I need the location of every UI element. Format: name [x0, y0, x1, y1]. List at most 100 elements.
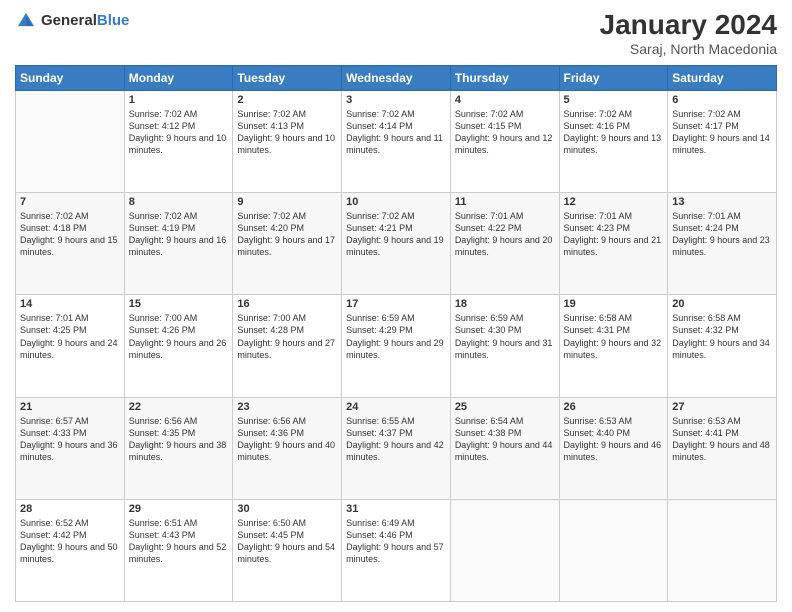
calendar-cell: 12 Sunrise: 7:01 AMSunset: 4:23 PMDayligh…: [559, 193, 668, 295]
day-number: 28: [20, 503, 120, 515]
day-number: 4: [455, 94, 555, 106]
day-info: Sunrise: 6:56 AMSunset: 4:36 PMDaylight:…: [237, 415, 337, 464]
calendar-cell: 27 Sunrise: 6:53 AMSunset: 4:41 PMDayligh…: [668, 397, 777, 499]
page: GeneralBlue January 2024 Saraj, North Ma…: [0, 0, 792, 612]
header-day-thursday: Thursday: [450, 65, 559, 90]
day-info: Sunrise: 7:02 AMSunset: 4:14 PMDaylight:…: [346, 108, 446, 157]
calendar-cell: 16 Sunrise: 7:00 AMSunset: 4:28 PMDayligh…: [233, 295, 342, 397]
day-number: 16: [237, 298, 337, 310]
day-info: Sunrise: 6:50 AMSunset: 4:45 PMDaylight:…: [237, 517, 337, 566]
day-info: Sunrise: 6:53 AMSunset: 4:41 PMDaylight:…: [672, 415, 772, 464]
day-number: 10: [346, 196, 446, 208]
day-number: 23: [237, 401, 337, 413]
day-info: Sunrise: 6:51 AMSunset: 4:43 PMDaylight:…: [129, 517, 229, 566]
day-info: Sunrise: 6:49 AMSunset: 4:46 PMDaylight:…: [346, 517, 446, 566]
day-info: Sunrise: 6:56 AMSunset: 4:35 PMDaylight:…: [129, 415, 229, 464]
calendar-cell: 29Sunrise: 6:51 AMSunset: 4:43 PMDayligh…: [124, 499, 233, 601]
calendar-cell: 10 Sunrise: 7:02 AMSunset: 4:21 PMDayligh…: [342, 193, 451, 295]
day-number: 7: [20, 196, 120, 208]
day-number: 2: [237, 94, 337, 106]
day-number: 3: [346, 94, 446, 106]
calendar-cell: 30 Sunrise: 6:50 AMSunset: 4:45 PMDayligh…: [233, 499, 342, 601]
day-info: Sunrise: 7:00 AMSunset: 4:28 PMDaylight:…: [237, 312, 337, 361]
calendar-cell: 14 Sunrise: 7:01 AMSunset: 4:25 PMDayligh…: [16, 295, 125, 397]
logo: GeneralBlue: [15, 10, 129, 32]
day-info: Sunrise: 7:02 AMSunset: 4:20 PMDaylight:…: [237, 210, 337, 259]
day-number: 18: [455, 298, 555, 310]
main-title: January 2024: [600, 10, 777, 41]
header-day-monday: Monday: [124, 65, 233, 90]
calendar-cell: 25 Sunrise: 6:54 AMSunset: 4:38 PMDayligh…: [450, 397, 559, 499]
day-number: 13: [672, 196, 772, 208]
calendar-cell: 22 Sunrise: 6:56 AMSunset: 4:35 PMDayligh…: [124, 397, 233, 499]
header: GeneralBlue January 2024 Saraj, North Ma…: [15, 10, 777, 57]
day-number: 30: [237, 503, 337, 515]
calendar-cell: 6 Sunrise: 7:02 AMSunset: 4:17 PMDaylight…: [668, 90, 777, 192]
week-row-3: 21 Sunrise: 6:57 AMSunset: 4:33 PMDayligh…: [16, 397, 777, 499]
calendar-cell: 21 Sunrise: 6:57 AMSunset: 4:33 PMDayligh…: [16, 397, 125, 499]
calendar-cell: 18Sunrise: 6:59 AMSunset: 4:30 PMDayligh…: [450, 295, 559, 397]
day-number: 11: [455, 196, 555, 208]
calendar-cell: [16, 90, 125, 192]
calendar-cell: 2 Sunrise: 7:02 AMSunset: 4:13 PMDaylight…: [233, 90, 342, 192]
day-info: Sunrise: 6:58 AMSunset: 4:31 PMDaylight:…: [564, 312, 664, 361]
day-info: Sunrise: 6:57 AMSunset: 4:33 PMDaylight:…: [20, 415, 120, 464]
day-number: 22: [129, 401, 229, 413]
day-number: 20: [672, 298, 772, 310]
day-number: 21: [20, 401, 120, 413]
calendar-cell: 11Sunrise: 7:01 AMSunset: 4:22 PMDayligh…: [450, 193, 559, 295]
day-number: 5: [564, 94, 664, 106]
calendar-cell: 9 Sunrise: 7:02 AMSunset: 4:20 PMDaylight…: [233, 193, 342, 295]
week-row-0: 1Sunrise: 7:02 AMSunset: 4:12 PMDaylight…: [16, 90, 777, 192]
header-day-sunday: Sunday: [16, 65, 125, 90]
calendar-cell: 23 Sunrise: 6:56 AMSunset: 4:36 PMDayligh…: [233, 397, 342, 499]
day-info: Sunrise: 7:02 AMSunset: 4:17 PMDaylight:…: [672, 108, 772, 157]
logo-blue: Blue: [97, 12, 130, 29]
day-number: 9: [237, 196, 337, 208]
header-day-saturday: Saturday: [668, 65, 777, 90]
day-number: 24: [346, 401, 446, 413]
day-info: Sunrise: 6:55 AMSunset: 4:37 PMDaylight:…: [346, 415, 446, 464]
day-info: Sunrise: 7:02 AMSunset: 4:19 PMDaylight:…: [129, 210, 229, 259]
calendar-cell: 17 Sunrise: 6:59 AMSunset: 4:29 PMDayligh…: [342, 295, 451, 397]
day-info: Sunrise: 7:01 AMSunset: 4:24 PMDaylight:…: [672, 210, 772, 259]
calendar-cell: 19 Sunrise: 6:58 AMSunset: 4:31 PMDayligh…: [559, 295, 668, 397]
calendar-table: SundayMondayTuesdayWednesdayThursdayFrid…: [15, 65, 777, 602]
day-number: 27: [672, 401, 772, 413]
day-info: Sunrise: 6:58 AMSunset: 4:32 PMDaylight:…: [672, 312, 772, 361]
logo-icon: [15, 10, 37, 32]
day-number: 12: [564, 196, 664, 208]
day-number: 8: [129, 196, 229, 208]
title-block: January 2024 Saraj, North Macedonia: [600, 10, 777, 57]
day-number: 14: [20, 298, 120, 310]
day-info: Sunrise: 7:02 AMSunset: 4:13 PMDaylight:…: [237, 108, 337, 157]
day-info: Sunrise: 7:02 AMSunset: 4:18 PMDaylight:…: [20, 210, 120, 259]
calendar-cell: [450, 499, 559, 601]
calendar-cell: [559, 499, 668, 601]
calendar-cell: [668, 499, 777, 601]
day-number: 25: [455, 401, 555, 413]
day-info: Sunrise: 6:59 AMSunset: 4:29 PMDaylight:…: [346, 312, 446, 361]
calendar-cell: 5 Sunrise: 7:02 AMSunset: 4:16 PMDaylight…: [559, 90, 668, 192]
day-info: Sunrise: 6:52 AMSunset: 4:42 PMDaylight:…: [20, 517, 120, 566]
day-info: Sunrise: 6:54 AMSunset: 4:38 PMDaylight:…: [455, 415, 555, 464]
day-info: Sunrise: 7:02 AMSunset: 4:21 PMDaylight:…: [346, 210, 446, 259]
day-number: 17: [346, 298, 446, 310]
day-info: Sunrise: 7:02 AMSunset: 4:16 PMDaylight:…: [564, 108, 664, 157]
day-number: 1: [129, 94, 229, 106]
calendar-cell: 8 Sunrise: 7:02 AMSunset: 4:19 PMDaylight…: [124, 193, 233, 295]
calendar-cell: 7 Sunrise: 7:02 AMSunset: 4:18 PMDaylight…: [16, 193, 125, 295]
calendar-cell: 24 Sunrise: 6:55 AMSunset: 4:37 PMDayligh…: [342, 397, 451, 499]
day-info: Sunrise: 7:01 AMSunset: 4:25 PMDaylight:…: [20, 312, 120, 361]
day-number: 26: [564, 401, 664, 413]
day-info: Sunrise: 7:01 AMSunset: 4:23 PMDaylight:…: [564, 210, 664, 259]
calendar-cell: 3 Sunrise: 7:02 AMSunset: 4:14 PMDaylight…: [342, 90, 451, 192]
logo-general: General: [41, 12, 97, 29]
day-info: Sunrise: 7:02 AMSunset: 4:15 PMDaylight:…: [455, 108, 555, 157]
day-number: 15: [129, 298, 229, 310]
day-info: Sunrise: 7:00 AMSunset: 4:26 PMDaylight:…: [129, 312, 229, 361]
day-number: 19: [564, 298, 664, 310]
logo-text: GeneralBlue: [41, 12, 129, 30]
calendar-cell: 1Sunrise: 7:02 AMSunset: 4:12 PMDaylight…: [124, 90, 233, 192]
day-number: 6: [672, 94, 772, 106]
